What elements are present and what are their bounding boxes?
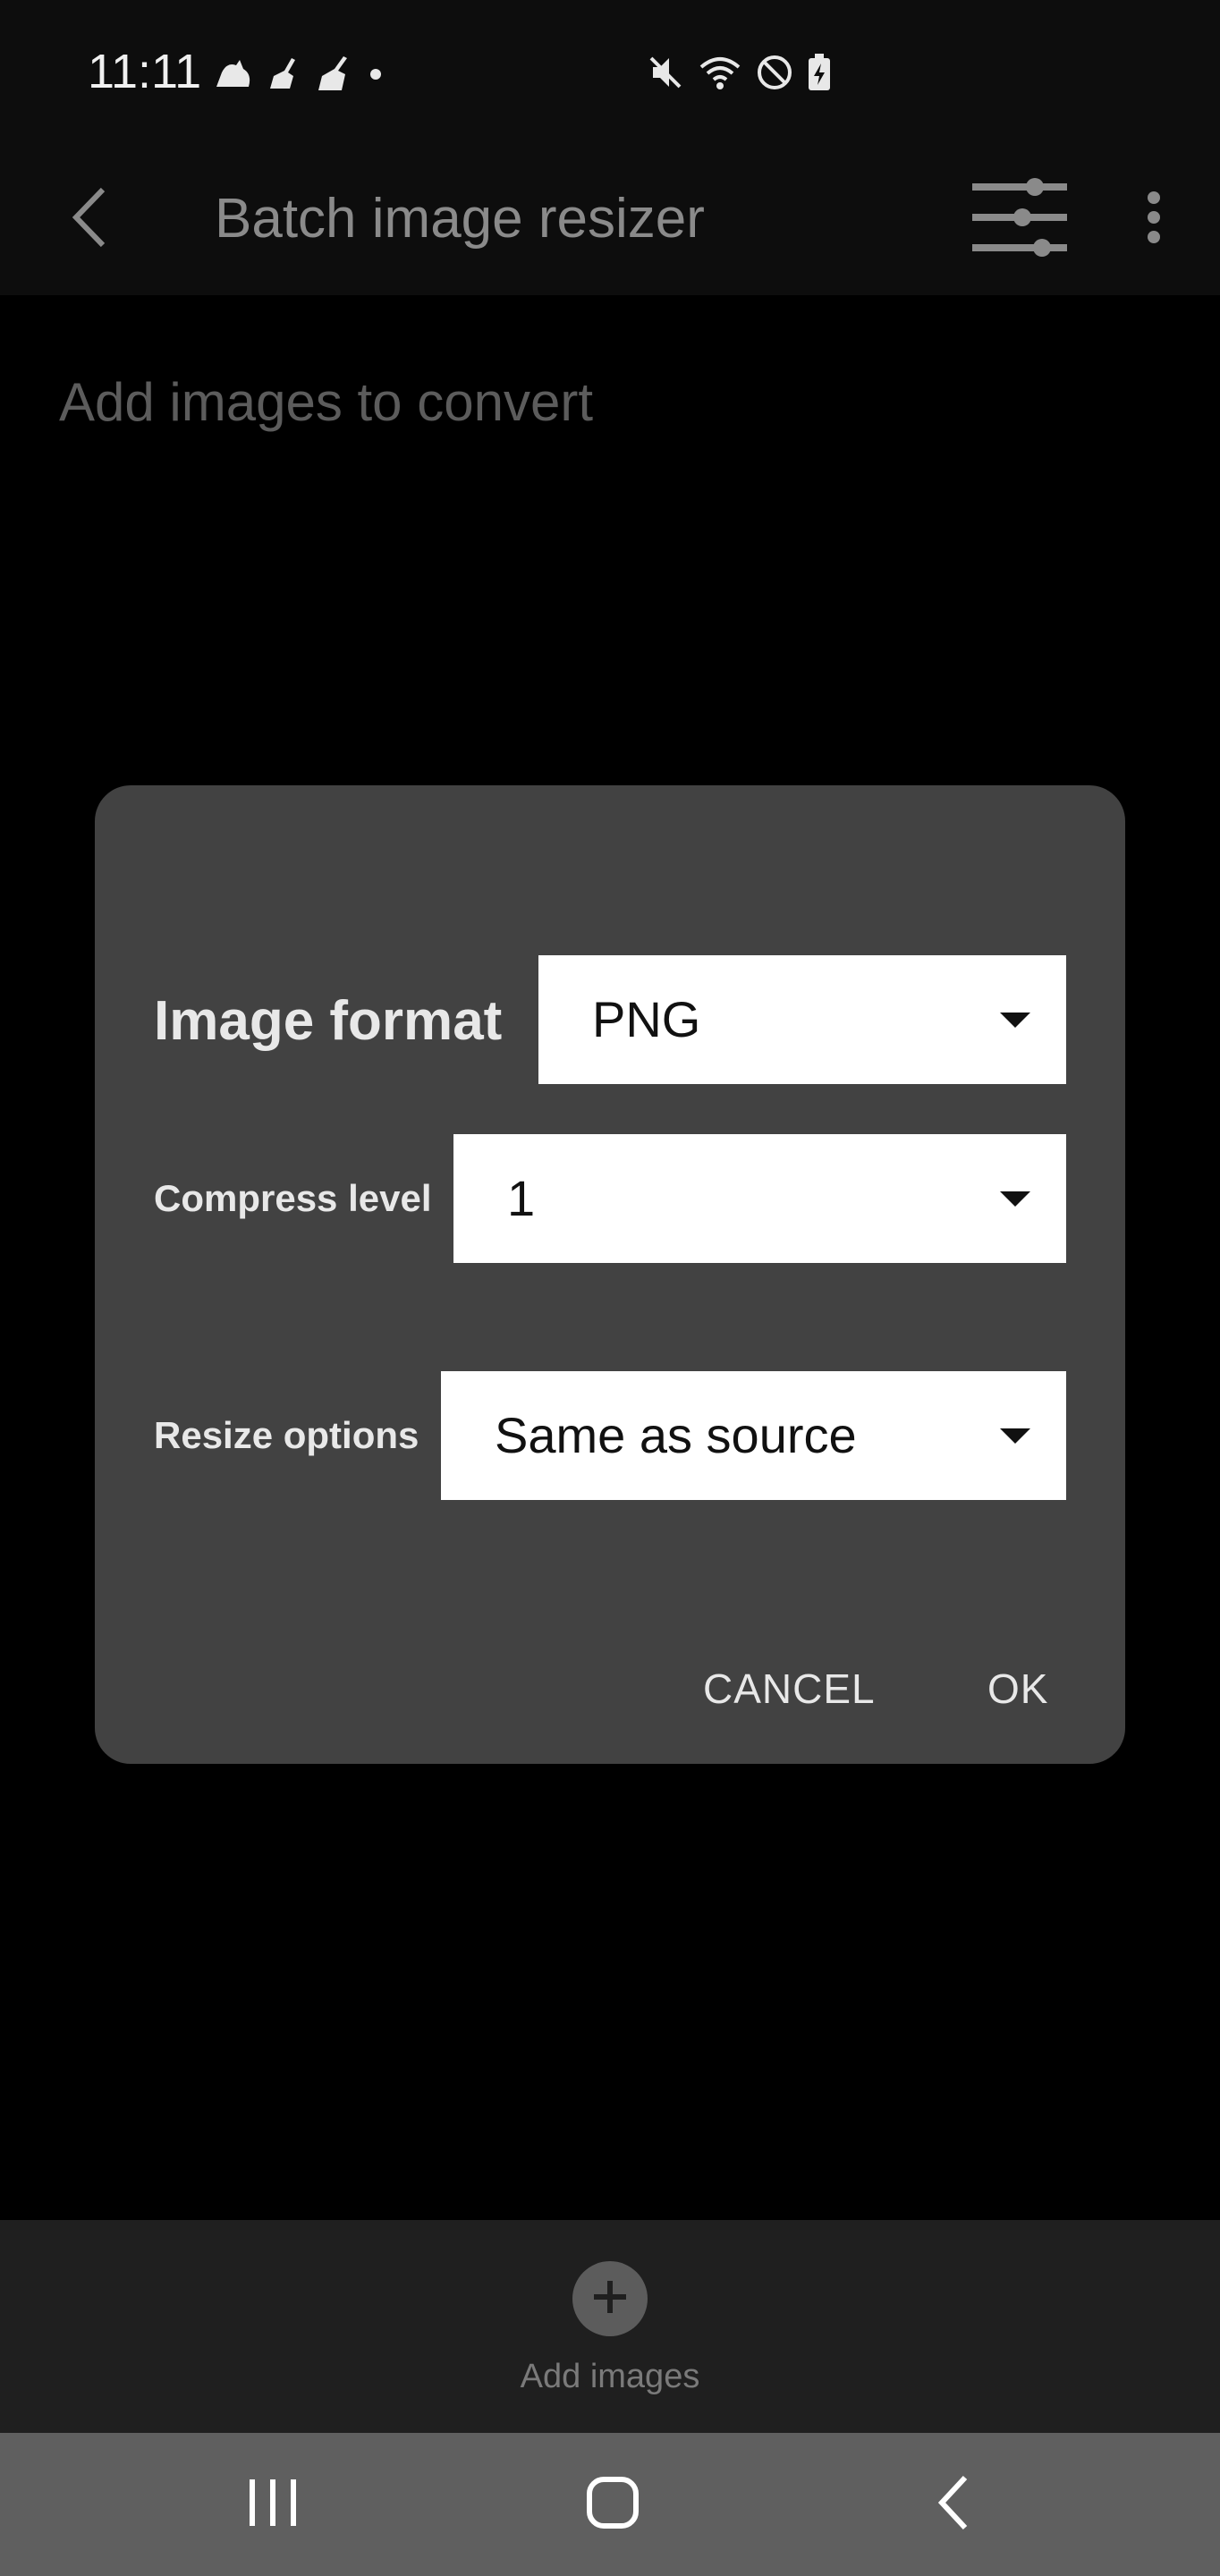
add-circle-icon bbox=[590, 2277, 630, 2321]
add-images-button[interactable] bbox=[572, 2261, 648, 2336]
back-button[interactable] bbox=[45, 174, 134, 264]
status-bar: 11:11 bbox=[0, 0, 1220, 148]
status-left-icons bbox=[213, 52, 385, 97]
cancel-button[interactable]: CANCEL bbox=[703, 1662, 876, 1716]
dropdown-arrow-icon bbox=[1000, 1012, 1030, 1028]
app-title: Batch image resizer bbox=[215, 188, 705, 250]
compress-level-select[interactable]: 1 bbox=[453, 1134, 1066, 1263]
battery-charging-icon bbox=[807, 53, 832, 92]
tune-sliders-icon bbox=[970, 174, 1069, 265]
image-format-value: PNG bbox=[592, 991, 701, 1047]
image-format-label: Image format bbox=[154, 990, 503, 1052]
broom-icon bbox=[315, 55, 354, 94]
resize-options-label: Resize options bbox=[154, 1414, 419, 1456]
block-icon bbox=[755, 53, 794, 92]
compress-level-value: 1 bbox=[507, 1170, 536, 1226]
cloud-icon bbox=[213, 56, 254, 92]
add-images-label[interactable]: Add images bbox=[0, 2354, 1220, 2399]
recents-button[interactable] bbox=[233, 2469, 313, 2540]
resize-options-select[interactable]: Same as source bbox=[441, 1371, 1066, 1500]
home-button[interactable] bbox=[572, 2469, 653, 2540]
dropdown-arrow-icon bbox=[1000, 1428, 1030, 1444]
home-icon bbox=[584, 2474, 641, 2536]
app-bar: Batch image resizer bbox=[0, 148, 1220, 295]
system-nav-bar bbox=[0, 2433, 1220, 2576]
nav-back-button[interactable] bbox=[912, 2469, 993, 2540]
compress-level-label: Compress level bbox=[154, 1177, 432, 1219]
back-arrow-icon bbox=[67, 186, 112, 253]
resize-options-value: Same as source bbox=[495, 1407, 857, 1463]
settings-button[interactable] bbox=[957, 157, 1082, 282]
ok-button[interactable]: OK bbox=[987, 1662, 1048, 1716]
conversion-settings-dialog: Image format PNG Compress level 1 Resize… bbox=[95, 785, 1125, 1764]
more-vert-icon bbox=[1145, 191, 1163, 249]
add-images-bar: Add images bbox=[0, 2220, 1220, 2433]
back-icon bbox=[935, 2474, 970, 2536]
recents-icon bbox=[246, 2478, 300, 2532]
mute-icon bbox=[646, 53, 685, 92]
more-options-button[interactable] bbox=[1127, 174, 1181, 264]
dot-icon bbox=[367, 65, 385, 83]
dropdown-arrow-icon bbox=[1000, 1191, 1030, 1207]
status-time: 11:11 bbox=[88, 45, 202, 98]
broom-icon bbox=[267, 56, 302, 92]
wifi-icon bbox=[698, 53, 742, 92]
status-right-icons bbox=[646, 50, 832, 95]
image-format-select[interactable]: PNG bbox=[538, 955, 1066, 1084]
empty-hint: Add images to convert bbox=[59, 372, 593, 432]
